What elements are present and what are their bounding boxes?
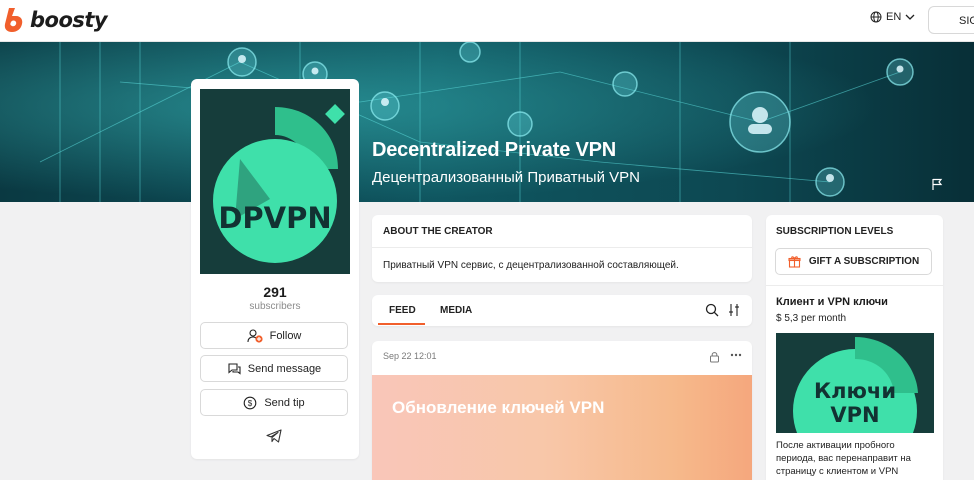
banner-title: Decentralized Private VPN [372, 139, 616, 161]
active-tab-indicator [378, 323, 425, 325]
subscription-levels-card: SUBSCRIPTION LEVELS GIFT A SUBSCRIPTION … [766, 215, 943, 480]
globe-icon [870, 11, 882, 23]
post-date: Sep 22 12:01 [383, 351, 437, 361]
report-flag-icon[interactable] [931, 178, 943, 190]
brand-name: boosty [30, 8, 108, 32]
lock-icon [710, 352, 719, 363]
post-card[interactable]: Sep 22 12:01 Обновление ключей VPN [372, 341, 752, 480]
send-tip-label: Send tip [264, 396, 305, 409]
top-bar: boosty EN SIG [0, 0, 974, 42]
send-tip-button[interactable]: $ Send tip [200, 389, 348, 416]
gift-icon [788, 256, 801, 268]
tier-image-line1: Ключи [813, 379, 897, 403]
chat-icon [228, 362, 241, 375]
send-message-button[interactable]: Send message [200, 355, 348, 382]
feed-tabs: FEED MEDIA [372, 295, 752, 326]
tier-description: После активации пробного периода, вас пе… [776, 440, 911, 477]
sign-in-button[interactable]: SIG [928, 6, 974, 34]
send-message-label: Send message [247, 362, 322, 375]
svg-text:$: $ [248, 399, 253, 408]
boosty-logo-icon [4, 8, 23, 32]
tab-feed[interactable]: FEED [389, 305, 416, 316]
filter-icon[interactable] [728, 303, 740, 317]
about-text: Приватный VPN сервис, с децентрализованн… [383, 260, 679, 271]
more-options-icon[interactable] [730, 353, 742, 357]
creator-avatar: DPVPN [200, 89, 350, 274]
tab-media[interactable]: MEDIA [440, 305, 472, 316]
add-user-icon [247, 328, 263, 343]
search-icon[interactable] [705, 303, 719, 317]
follow-button[interactable]: Follow [200, 322, 348, 349]
tier-price: $ 5,3 per month [776, 313, 847, 324]
language-selector[interactable]: EN [870, 11, 919, 23]
avatar-text: DPVPN [218, 201, 332, 235]
tier-name: Клиент и VPN ключи [776, 296, 888, 308]
boosty-logo[interactable]: boosty [2, 7, 108, 33]
avatar-logo-graphic [200, 89, 350, 274]
about-creator-card: ABOUT THE CREATOR Приватный VPN сервис, … [372, 215, 752, 282]
subscriber-count: 291 [263, 284, 287, 300]
gift-label: GIFT A SUBSCRIPTION [808, 256, 920, 267]
chevron-down-icon [905, 14, 915, 20]
telegram-icon[interactable] [266, 429, 282, 443]
post-cover-image: Обновление ключей VPN [372, 375, 752, 480]
creator-profile-card: DPVPN 291 subscribers Follow Send messag… [191, 79, 359, 459]
tier-image-line2: VPN [830, 403, 880, 427]
subscriber-label: subscribers [249, 301, 301, 312]
subscription-heading: SUBSCRIPTION LEVELS [776, 226, 894, 237]
cover-banner: Decentralized Private VPN Децентрализова… [0, 42, 974, 202]
coin-icon: $ [243, 396, 257, 409]
tier-image: Ключи VPN [776, 333, 934, 433]
about-heading: ABOUT THE CREATOR [372, 215, 752, 248]
post-cover-title: Обновление ключей VPN [392, 398, 605, 417]
gift-subscription-button[interactable]: GIFT A SUBSCRIPTION [775, 248, 932, 275]
banner-subtitle: Децентрализованный Приватный VPN [372, 169, 640, 186]
divider [766, 285, 943, 286]
follow-label: Follow [269, 329, 302, 342]
language-label: EN [886, 11, 902, 23]
